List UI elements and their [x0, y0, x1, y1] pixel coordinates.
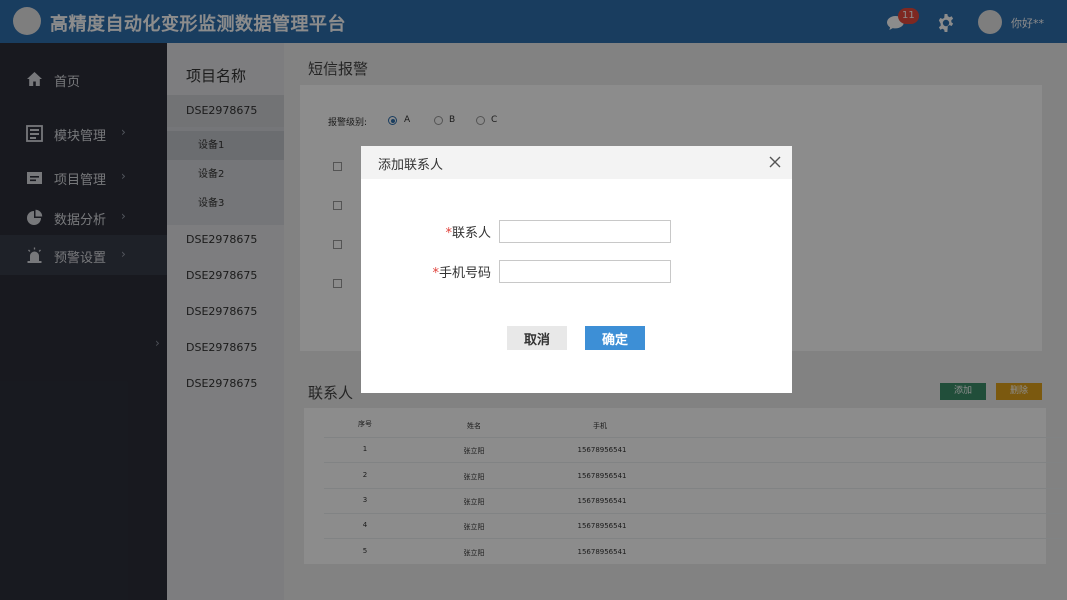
add-contact-dialog: 添加联系人 *联系人 *手机号码 取消 确定: [361, 146, 792, 393]
dialog-header: 添加联系人: [361, 146, 792, 179]
close-icon[interactable]: [767, 154, 783, 170]
confirm-button[interactable]: 确定: [585, 326, 645, 350]
phone-label-text: 手机号码: [438, 266, 491, 281]
contact-label-text: 联系人: [451, 226, 491, 241]
contact-field-label: *联系人: [371, 222, 491, 241]
phone-field-label: *手机号码: [371, 262, 491, 281]
dialog-title: 添加联系人: [378, 158, 444, 173]
contact-name-input[interactable]: [499, 220, 671, 243]
phone-number-input[interactable]: [499, 260, 671, 283]
cancel-button[interactable]: 取消: [507, 326, 567, 350]
